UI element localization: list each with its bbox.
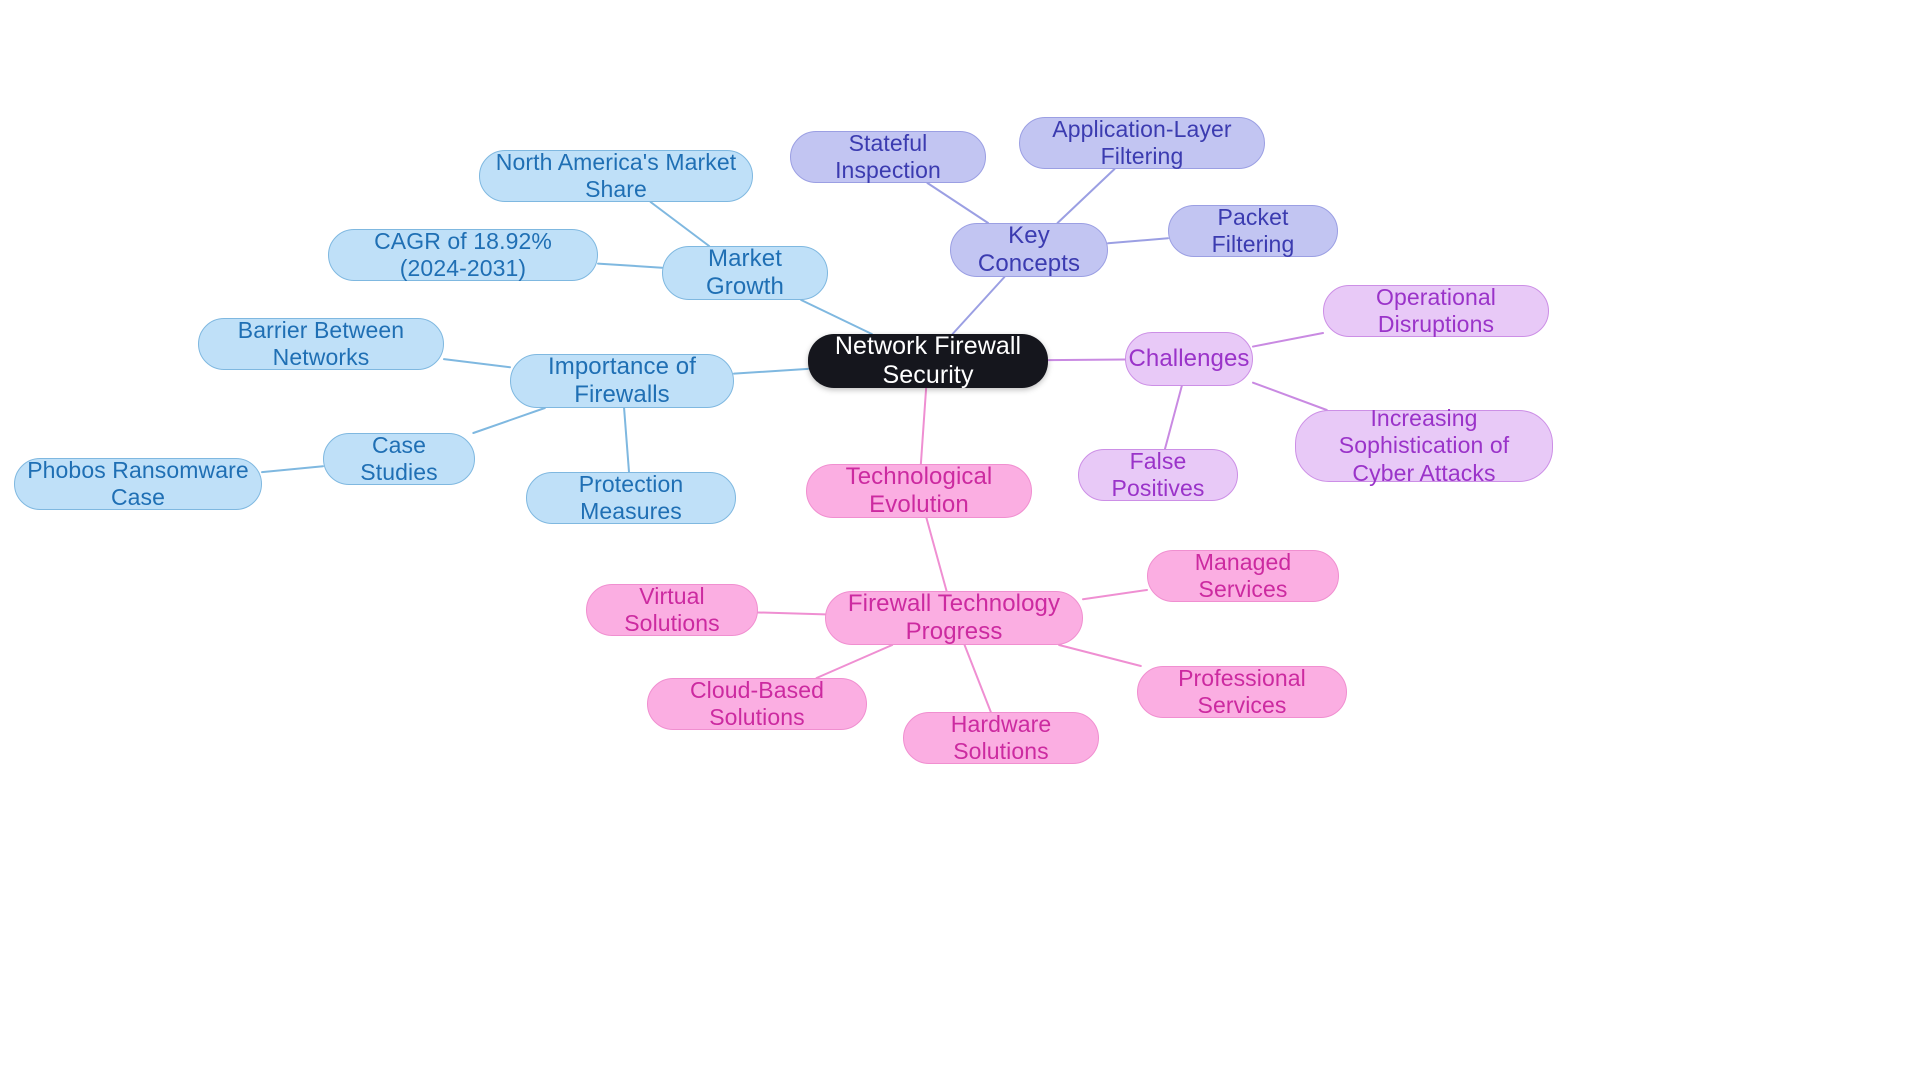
mindmap-node-professional[interactable]: Professional Services — [1137, 665, 1347, 718]
mindmap-node-barrier[interactable]: Barrier Between Networks — [198, 317, 444, 370]
mindmap-edge-firewall-progress-to-managed — [1082, 588, 1148, 601]
mindmap-node-virtual[interactable]: Virtual Solutions — [586, 583, 758, 636]
mindmap-edge-importance-to-case-studies — [472, 407, 546, 434]
mindmap-node-stateful[interactable]: Stateful Inspection — [790, 130, 986, 183]
mindmap-node-protection[interactable]: Protection Measures — [526, 471, 736, 524]
mindmap-node-packet-filtering[interactable]: Packet Filtering — [1168, 204, 1338, 257]
mindmap-edge-market-growth-to-north-america — [649, 201, 711, 247]
mindmap-edge-importance-to-barrier — [443, 358, 511, 369]
mindmap-edge-key-concepts-to-stateful — [926, 182, 990, 224]
mindmap-node-importance[interactable]: Importance of Firewalls — [510, 353, 734, 408]
mindmap-node-north-america[interactable]: North America's Market Share — [479, 149, 753, 202]
mindmap-edge-root-to-key-concepts — [951, 276, 1006, 335]
mindmap-node-app-layer[interactable]: Application-Layer Filtering — [1019, 116, 1265, 169]
mindmap-node-false-positives[interactable]: False Positives — [1078, 448, 1238, 501]
mindmap-node-tech-evolution[interactable]: Technological Evolution — [806, 463, 1032, 518]
mindmap-canvas: Network Firewall Security Importance of F… — [0, 0, 1920, 1083]
mindmap-edge-firewall-progress-to-hardware — [963, 644, 992, 713]
mindmap-node-operational[interactable]: Operational Disruptions — [1323, 284, 1549, 337]
mindmap-edge-market-growth-to-cagr — [597, 262, 663, 269]
mindmap-node-hardware[interactable]: Hardware Solutions — [903, 711, 1099, 764]
mindmap-edge-key-concepts-to-packet-filtering — [1107, 237, 1169, 245]
mindmap-node-cloud[interactable]: Cloud-Based Solutions — [647, 677, 867, 730]
mindmap-node-sophistication[interactable]: Increasing Sophistication of Cyber Attac… — [1295, 405, 1553, 486]
mindmap-edge-tech-evolution-to-firewall-progress — [925, 517, 948, 592]
mindmap-edge-challenges-to-operational — [1252, 331, 1324, 348]
mindmap-edge-firewall-progress-to-professional — [1058, 644, 1142, 667]
mindmap-edge-root-to-tech-evolution — [919, 387, 928, 465]
mindmap-node-key-concepts[interactable]: Key Concepts — [950, 222, 1108, 277]
mindmap-node-root[interactable]: Network Firewall Security — [808, 332, 1048, 389]
mindmap-edge-root-to-importance — [733, 367, 809, 375]
mindmap-node-market-growth[interactable]: Market Growth — [662, 245, 828, 300]
mindmap-node-managed[interactable]: Managed Services — [1147, 549, 1339, 602]
mindmap-edge-root-to-challenges — [1047, 358, 1126, 362]
mindmap-edge-firewall-progress-to-virtual — [757, 611, 826, 616]
mindmap-edge-key-concepts-to-app-layer — [1056, 168, 1116, 224]
mindmap-node-challenges[interactable]: Challenges — [1125, 332, 1253, 386]
mindmap-edge-case-studies-to-phobos — [261, 465, 324, 474]
mindmap-node-case-studies[interactable]: Case Studies — [323, 432, 475, 485]
mindmap-node-phobos[interactable]: Phobos Ransomware Case — [14, 457, 262, 510]
mindmap-edge-root-to-market-growth — [800, 299, 873, 335]
mindmap-node-cagr[interactable]: CAGR of 18.92% (2024-2031) — [328, 228, 598, 281]
mindmap-edge-importance-to-protection — [623, 407, 630, 473]
mindmap-edge-firewall-progress-to-cloud — [815, 644, 894, 679]
mindmap-node-firewall-progress[interactable]: Firewall Technology Progress — [825, 590, 1083, 645]
mindmap-edge-challenges-to-false-positives — [1163, 385, 1183, 450]
